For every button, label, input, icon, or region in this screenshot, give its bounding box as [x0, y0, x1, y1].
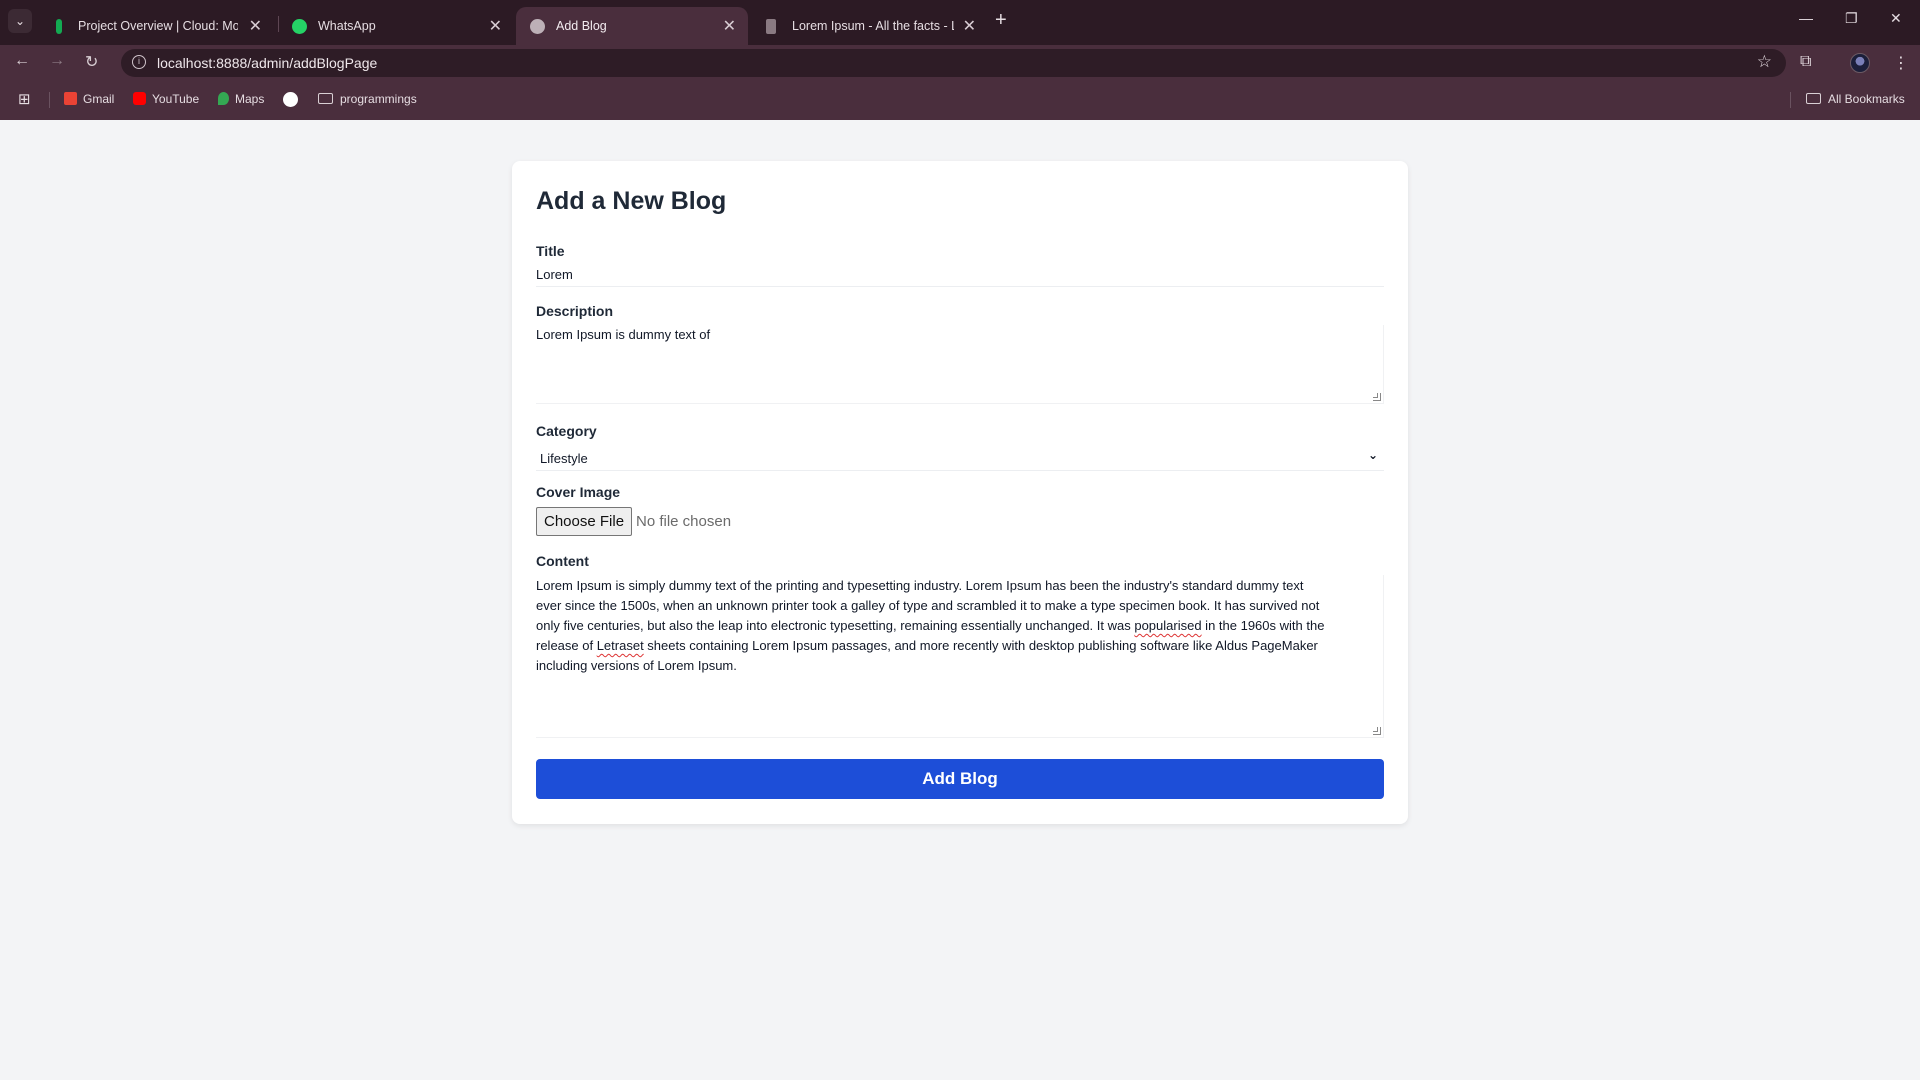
profile-avatar[interactable] [1850, 53, 1870, 73]
chevron-down-icon: ⌄ [1367, 448, 1378, 462]
gmail-icon [64, 92, 77, 105]
content-line: only five centuries, but also the leap i… [536, 618, 1325, 633]
close-icon[interactable]: ✕ [723, 16, 736, 36]
category-selected-value: Lifestyle [540, 451, 588, 466]
choose-file-button[interactable]: Choose File [536, 507, 633, 536]
close-icon[interactable]: ✕ [963, 16, 976, 36]
bookmark-youtube[interactable]: YouTube [133, 92, 199, 106]
folder-icon [318, 93, 333, 104]
add-blog-card: Add a New Blog Title Lorem Description L… [512, 161, 1408, 824]
title-label: Title [536, 243, 565, 259]
chevron-down-icon: ⌄ [14, 14, 26, 28]
all-bookmarks[interactable]: All Bookmarks [1806, 92, 1905, 106]
content-line: ever since the 1500s, when an unknown pr… [536, 598, 1320, 613]
reload-icon[interactable]: ↻ [85, 52, 98, 72]
plus-icon: + [995, 9, 1007, 31]
description-label: Description [536, 303, 614, 319]
file-status-text: No file chosen [636, 513, 732, 530]
restore-button[interactable]: ❐ [1845, 10, 1858, 27]
url-text[interactable]: localhost:8888/admin/addBlogPage [157, 55, 377, 71]
category-select[interactable]: Lifestyle ⌄ [536, 443, 1384, 471]
globe-icon [530, 19, 545, 34]
description-textarea[interactable]: Lorem Ipsum is dummy text of [536, 325, 1384, 404]
bookmark-github[interactable] [283, 92, 304, 108]
tab-title: Project Overview | Cloud: Mongo [78, 19, 238, 33]
forward-arrow-icon[interactable]: → [49, 52, 65, 70]
apps-grid-icon[interactable]: ⊞ [18, 90, 31, 108]
bookmarks-bar: ⊞ Gmail YouTube Maps programmings All Bo… [0, 80, 1920, 120]
bookmark-gmail[interactable]: Gmail [64, 92, 114, 106]
folder-icon [1806, 93, 1821, 104]
title-input[interactable]: Lorem [536, 267, 1384, 287]
content-line: Lorem Ipsum is simply dummy text of the … [536, 578, 1304, 593]
tab-lorem-ipsum[interactable]: Lorem Ipsum - All the facts - Li ✕ [752, 7, 988, 45]
spellcheck-word: Letraset [596, 638, 644, 653]
bookmark-folder-programmings[interactable]: programmings [318, 92, 417, 106]
description-value: Lorem Ipsum is dummy text of [536, 327, 711, 342]
title-input-value: Lorem [536, 267, 573, 282]
cover-image-label: Cover Image [536, 484, 621, 500]
address-bar[interactable]: i localhost:8888/admin/addBlogPage ☆ [121, 49, 1786, 77]
tab-project-overview[interactable]: Project Overview | Cloud: Mongo ✕ [38, 7, 274, 45]
new-tab-button[interactable]: + [995, 9, 1007, 32]
extensions-icon[interactable]: ⧉ [1800, 53, 1811, 71]
tab-strip: ⌄ Project Overview | Cloud: Mongo ✕ What… [0, 0, 1920, 45]
mongodb-leaf-icon [56, 19, 62, 34]
resize-handle-icon[interactable] [1373, 727, 1381, 735]
bookmark-divider [1790, 92, 1791, 108]
page-icon [766, 19, 776, 34]
youtube-icon [133, 92, 146, 105]
spellcheck-word: popularised [1134, 618, 1202, 633]
minimize-button[interactable]: — [1799, 10, 1813, 26]
page-title: Add a New Blog [536, 187, 727, 215]
bookmark-star-icon[interactable]: ☆ [1757, 52, 1772, 72]
add-blog-button[interactable]: Add Blog [536, 759, 1384, 799]
content-textarea[interactable]: Lorem Ipsum is simply dummy text of the … [536, 575, 1384, 738]
tab-title: Lorem Ipsum - All the facts - Li [792, 19, 954, 33]
close-window-button[interactable]: ✕ [1890, 10, 1902, 27]
content-line: including versions of Lorem Ipsum. [536, 658, 737, 673]
browser-toolbar: ← → ↻ i localhost:8888/admin/addBlogPage… [0, 45, 1920, 80]
tab-search-button[interactable]: ⌄ [8, 9, 32, 33]
whatsapp-icon [292, 19, 307, 34]
tab-add-blog[interactable]: Add Blog ✕ [516, 7, 748, 45]
bookmark-divider [49, 92, 50, 108]
back-arrow-icon[interactable]: ← [14, 52, 30, 70]
maps-icon [218, 92, 229, 105]
tab-title: Add Blog [556, 19, 607, 33]
menu-kebab-icon[interactable]: ⋮ [1893, 53, 1909, 73]
close-icon[interactable]: ✕ [489, 16, 502, 36]
bookmark-maps[interactable]: Maps [218, 92, 264, 106]
content-line: release of Letraset sheets containing Lo… [536, 638, 1318, 653]
close-icon[interactable]: ✕ [249, 16, 262, 36]
github-icon [283, 92, 298, 107]
resize-handle-icon[interactable] [1373, 393, 1381, 401]
site-info-icon[interactable]: i [132, 55, 146, 69]
content-label: Content [536, 553, 589, 569]
tab-title: WhatsApp [318, 19, 376, 33]
tab-whatsapp[interactable]: WhatsApp ✕ [278, 7, 514, 45]
category-label: Category [536, 423, 597, 439]
